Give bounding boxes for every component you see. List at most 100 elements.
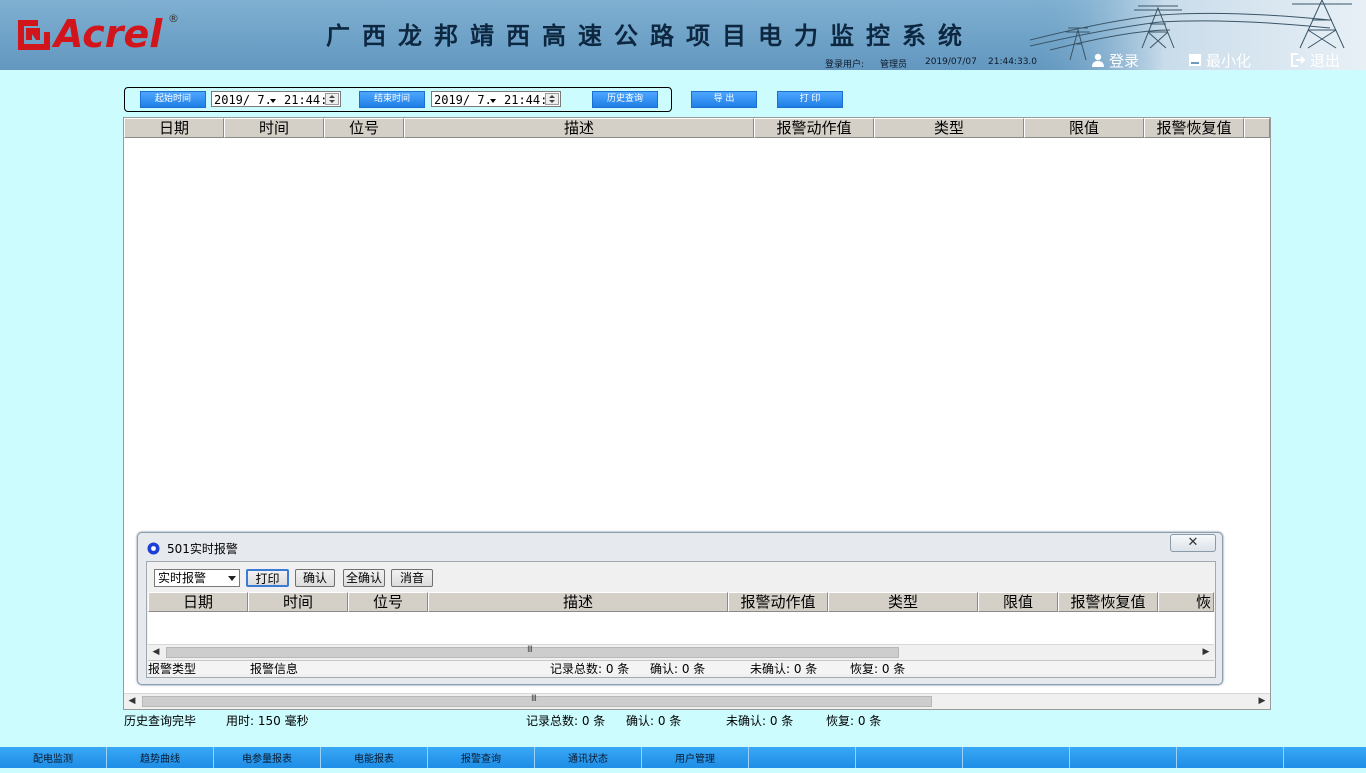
recovered-count-text: 恢复: 0 条 — [826, 714, 882, 728]
minimize-label: 最小化 — [1206, 51, 1252, 70]
column-header-recovery-value[interactable]: 报警恢复值 — [1144, 118, 1244, 138]
window-title: 501实时报警 — [167, 542, 238, 556]
column-header-time[interactable]: 时间 — [224, 118, 324, 138]
column-header-date[interactable]: 日期 — [148, 592, 248, 612]
column-header-type[interactable]: 类型 — [874, 118, 1024, 138]
grip-icon: III — [527, 645, 533, 655]
query-status-text: 历史查询完毕 — [124, 714, 197, 728]
column-header-tag[interactable]: 位号 — [348, 592, 428, 612]
alarm-mute-button[interactable]: 消音 — [391, 569, 433, 587]
start-time-value: 21:44: — [284, 93, 328, 107]
chevron-down-icon[interactable] — [268, 95, 278, 105]
nav-communication-status[interactable]: 通讯状态 — [535, 747, 642, 768]
start-datetime-picker[interactable]: 2019/ 7. 21:44: — [211, 91, 341, 107]
nav-empty-slot[interactable] — [1284, 747, 1366, 768]
exit-button[interactable]: 退出 — [1291, 51, 1341, 70]
alarm-confirm-button[interactable]: 确认 — [295, 569, 335, 587]
exit-label: 退出 — [1310, 51, 1341, 70]
start-date-value: 2019/ 7. — [214, 93, 272, 107]
scroll-right-icon[interactable]: ▶ — [1254, 694, 1270, 709]
column-header-limit[interactable]: 限值 — [978, 592, 1058, 612]
alarm-print-button[interactable]: 打印 — [246, 569, 289, 587]
confirmed-count-text: 确认: 0 条 — [626, 714, 682, 728]
alarm-confirmed-text: 确认: 0 条 — [650, 662, 706, 674]
main-status-bar: 历史查询完毕 用时: 150 毫秒 记录总数: 0 条 确认: 0 条 未确认:… — [124, 711, 1270, 731]
logo-registered-mark: ® — [168, 12, 179, 25]
column-header-description[interactable]: 描述 — [404, 118, 754, 138]
column-header-recovery[interactable]: 恢 — [1158, 592, 1214, 612]
column-header-type[interactable]: 类型 — [828, 592, 978, 612]
scroll-thumb[interactable]: III — [142, 694, 932, 707]
alarm-filter-value: 实时报警 — [158, 571, 207, 585]
logout-icon — [1291, 53, 1306, 67]
alarm-gear-icon — [147, 542, 160, 555]
nav-empty-slot[interactable] — [1177, 747, 1284, 768]
end-time-value: 21:44: — [504, 93, 548, 107]
alarm-unconfirmed-text: 未确认: 0 条 — [750, 662, 818, 674]
main-horizontal-scrollbar[interactable]: ◀ III ▶ — [124, 693, 1270, 709]
end-time-label-button[interactable]: 结束时间 — [359, 91, 425, 108]
login-user-label: 登录用户: — [825, 60, 865, 70]
column-header-alarm-value[interactable]: 报警动作值 — [754, 118, 874, 138]
alarm-filter-select[interactable]: 实时报警 — [154, 569, 240, 587]
column-header-recovery-value[interactable]: 报警恢复值 — [1058, 592, 1158, 612]
end-datetime-picker[interactable]: 2019/ 7. 21:44: — [431, 91, 561, 107]
scroll-right-icon[interactable]: ▶ — [1198, 645, 1214, 660]
bottom-navigation: 配电监测 趋势曲线 电参量报表 电能报表 报警查询 通讯状态 用户管理 — [0, 747, 1366, 768]
grip-icon: III — [531, 694, 537, 704]
nav-empty-slot[interactable] — [1070, 747, 1177, 768]
window-titlebar[interactable]: 501实时报警 ✕ — [138, 533, 1222, 561]
login-button[interactable]: 登录 — [1091, 51, 1140, 70]
column-header-filler — [1244, 118, 1270, 138]
nav-distribution-monitoring[interactable]: 配电监测 — [0, 747, 107, 768]
alarm-type-label: 报警类型 — [148, 662, 197, 674]
scroll-left-icon[interactable]: ◀ — [148, 645, 164, 660]
nav-empty-slot[interactable] — [749, 747, 856, 768]
acrel-logo-icon — [18, 20, 50, 50]
column-header-time[interactable]: 时间 — [248, 592, 348, 612]
scroll-thumb[interactable]: III — [166, 645, 899, 658]
nav-empty-slot[interactable] — [963, 747, 1070, 768]
nav-empty-slot[interactable] — [856, 747, 963, 768]
end-date-value: 2019/ 7. — [434, 93, 492, 107]
app-header: Acrel ® 广西龙邦靖西高速公路项目电力监控系统 登录用户: 管理员 201… — [0, 0, 1366, 70]
header-date: 2019/07/07 — [925, 57, 977, 67]
elapsed-time-text: 用时: 150 毫秒 — [226, 714, 309, 728]
nav-trend-curve[interactable]: 趋势曲线 — [107, 747, 214, 768]
column-header-alarm-value[interactable]: 报警动作值 — [728, 592, 828, 612]
login-user-name: 管理员 — [880, 60, 908, 70]
alarm-horizontal-scrollbar[interactable]: ◀ III ▶ — [148, 644, 1214, 660]
chevron-down-icon[interactable] — [488, 95, 498, 105]
table-header: 日期 时间 位号 描述 报警动作值 类型 限值 报警恢复值 — [124, 118, 1270, 138]
nav-energy-report[interactable]: 电能报表 — [321, 747, 428, 768]
scroll-left-icon[interactable]: ◀ — [124, 694, 140, 709]
history-query-button[interactable]: 历史查询 — [592, 91, 658, 108]
alarm-recovered-text: 恢复: 0 条 — [850, 662, 906, 674]
close-icon: ✕ — [1187, 535, 1199, 550]
alarm-info-label: 报警信息 — [250, 662, 299, 674]
export-button[interactable]: 导 出 — [691, 91, 757, 108]
unconfirmed-count-text: 未确认: 0 条 — [726, 714, 794, 728]
logo-text: Acrel — [54, 12, 163, 56]
header-time: 21:44:33.0 — [988, 57, 1038, 67]
realtime-alarm-table: 日期 时间 位号 描述 报警动作值 类型 限值 报警恢复值 恢 ◀ III ▶ … — [148, 592, 1214, 674]
print-button[interactable]: 打 印 — [777, 91, 843, 108]
start-time-spinner[interactable] — [325, 93, 339, 105]
column-header-tag[interactable]: 位号 — [324, 118, 404, 138]
minimize-button[interactable]: 最小化 — [1188, 51, 1252, 70]
nav-user-management[interactable]: 用户管理 — [642, 747, 749, 768]
nav-electrical-parameter-report[interactable]: 电参量报表 — [214, 747, 321, 768]
alarm-panel: 实时报警 打印 确认 全确认 消音 日期 时间 位号 描述 报警动作值 类型 限… — [146, 561, 1216, 678]
start-time-label-button[interactable]: 起始时间 — [140, 91, 206, 108]
alarm-confirm-all-button[interactable]: 全确认 — [343, 569, 385, 587]
close-button[interactable]: ✕ — [1170, 534, 1216, 552]
login-label: 登录 — [1109, 51, 1140, 70]
nav-alarm-query[interactable]: 报警查询 — [428, 747, 535, 768]
end-time-spinner[interactable] — [545, 93, 559, 105]
total-records-text: 记录总数: 0 条 — [526, 714, 606, 728]
column-header-limit[interactable]: 限值 — [1024, 118, 1144, 138]
column-header-description[interactable]: 描述 — [428, 592, 728, 612]
column-header-date[interactable]: 日期 — [124, 118, 224, 138]
app-title: 广西龙邦靖西高速公路项目电力监控系统 — [326, 21, 974, 50]
chevron-down-icon — [228, 576, 236, 581]
